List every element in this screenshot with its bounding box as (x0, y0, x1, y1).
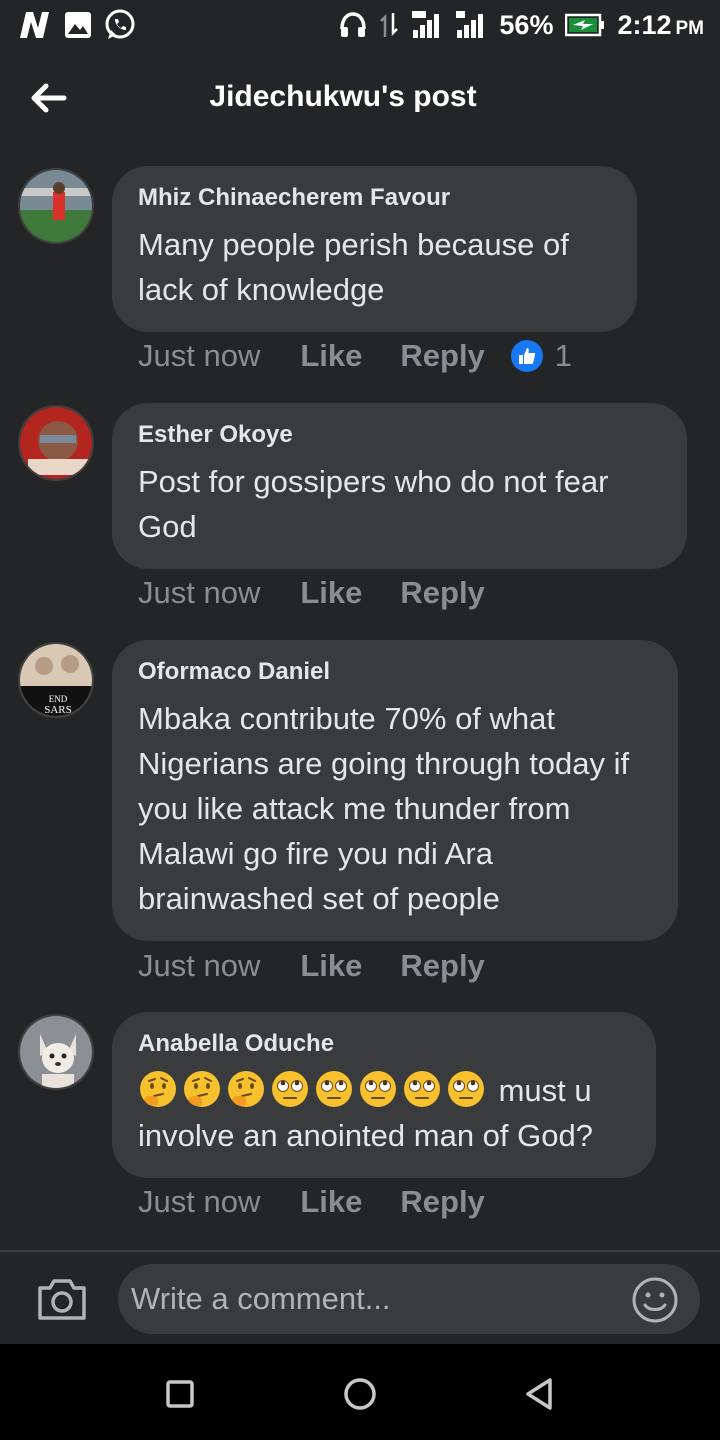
recent-apps-button[interactable] (160, 1374, 200, 1414)
reply-button[interactable]: Reply (400, 1184, 484, 1220)
avatar-caption-end: END (49, 694, 68, 704)
n-notification-icon (18, 10, 52, 40)
reply-button[interactable]: Reply (400, 338, 484, 374)
comment-actions: Just now Like Reply (138, 1184, 523, 1220)
reaction-summary[interactable]: 1 (510, 338, 573, 374)
comment-author[interactable]: Esther Okoye (138, 421, 661, 449)
system-nav-bar (0, 1344, 720, 1440)
comment-text: must u involve an anointed man of God? (138, 1068, 630, 1158)
avatar[interactable]: END SARS (18, 642, 94, 718)
comment-input[interactable] (118, 1264, 700, 1334)
comment-bubble: Mhiz Chinaecherem Favour Many people per… (112, 166, 637, 332)
header: Jidechukwu's post (0, 60, 720, 138)
face-with-rolling-eyes-icon (272, 1071, 308, 1107)
page-title: Jidechukwu's post (209, 80, 477, 113)
data-transfer-icon (379, 11, 399, 39)
like-button[interactable]: Like (300, 575, 362, 611)
comment-text: Post for gossipers who do not fear God (138, 464, 609, 544)
clock-ampm: PM (675, 17, 705, 39)
square-icon (166, 1380, 194, 1408)
thinking-face-icon (228, 1071, 264, 1107)
camera-button[interactable] (36, 1276, 88, 1322)
face-with-rolling-eyes-icon (448, 1071, 484, 1107)
reply-button[interactable]: Reply (400, 575, 484, 611)
comment-time[interactable]: Just now (138, 1184, 260, 1220)
avatar[interactable] (18, 405, 94, 481)
gallery-icon (64, 11, 92, 39)
headphones-icon (339, 11, 367, 39)
comment-time[interactable]: Just now (138, 338, 260, 374)
circle-icon (344, 1378, 376, 1410)
thinking-face-icon (140, 1071, 176, 1107)
reaction-count: 1 (554, 338, 573, 373)
face-with-rolling-eyes-icon (316, 1071, 352, 1107)
clock: 2:12 PM (617, 10, 704, 41)
emoji-sequence (138, 1071, 490, 1108)
whatsapp-icon (104, 9, 136, 41)
thumbs-up-icon (510, 340, 543, 372)
comment-author[interactable]: Mhiz Chinaecherem Favour (138, 184, 611, 212)
avatar[interactable] (18, 168, 94, 244)
comment-actions: Just now Like Reply (138, 575, 523, 611)
thinking-face-icon (184, 1071, 220, 1107)
comment-actions: Just now Like Reply (138, 948, 523, 984)
clock-time: 2:12 (617, 9, 672, 40)
like-button[interactable]: Like (300, 1184, 362, 1220)
reply-button[interactable]: Reply (400, 948, 484, 984)
triangle-back-icon (526, 1378, 552, 1410)
like-button[interactable]: Like (300, 948, 362, 984)
status-bar: 56% 2:12 PM (0, 0, 720, 50)
battery-percent: 56% (499, 9, 554, 40)
face-with-rolling-eyes-icon (404, 1071, 440, 1107)
comment-time[interactable]: Just now (138, 575, 260, 611)
comment-composer (0, 1252, 720, 1344)
comment-author[interactable]: Anabella Oduche (138, 1030, 630, 1058)
face-with-rolling-eyes-icon (360, 1071, 396, 1107)
battery-charging-icon (565, 13, 605, 37)
camera-icon (38, 1279, 86, 1320)
like-button[interactable]: Like (300, 338, 362, 374)
comment-actions: Just now Like Reply 1 (138, 338, 572, 374)
comment-bubble: Esther Okoye Post for gossipers who do n… (112, 403, 687, 569)
smiley-icon (632, 1277, 678, 1323)
comment-time[interactable]: Just now (138, 948, 260, 984)
comment-text: Mbaka contribute 70% of what Nigerians a… (138, 701, 630, 916)
back-nav-button[interactable] (520, 1374, 560, 1414)
comment-bubble: Oformaco Daniel Mbaka contribute 70% of … (112, 640, 678, 941)
signal-h-icon (455, 10, 487, 40)
comment-author[interactable]: Oformaco Daniel (138, 658, 652, 686)
emoji-picker-button[interactable] (630, 1275, 680, 1325)
comment-text: Many people perish because of lack of kn… (138, 227, 569, 307)
comment-bubble: Anabella Oduche must u involve an anoint… (112, 1012, 656, 1178)
signal-h-plus-icon (411, 10, 443, 40)
avatar-caption-sars: SARS (44, 704, 72, 716)
home-button[interactable] (340, 1374, 380, 1414)
avatar[interactable] (18, 1014, 94, 1090)
